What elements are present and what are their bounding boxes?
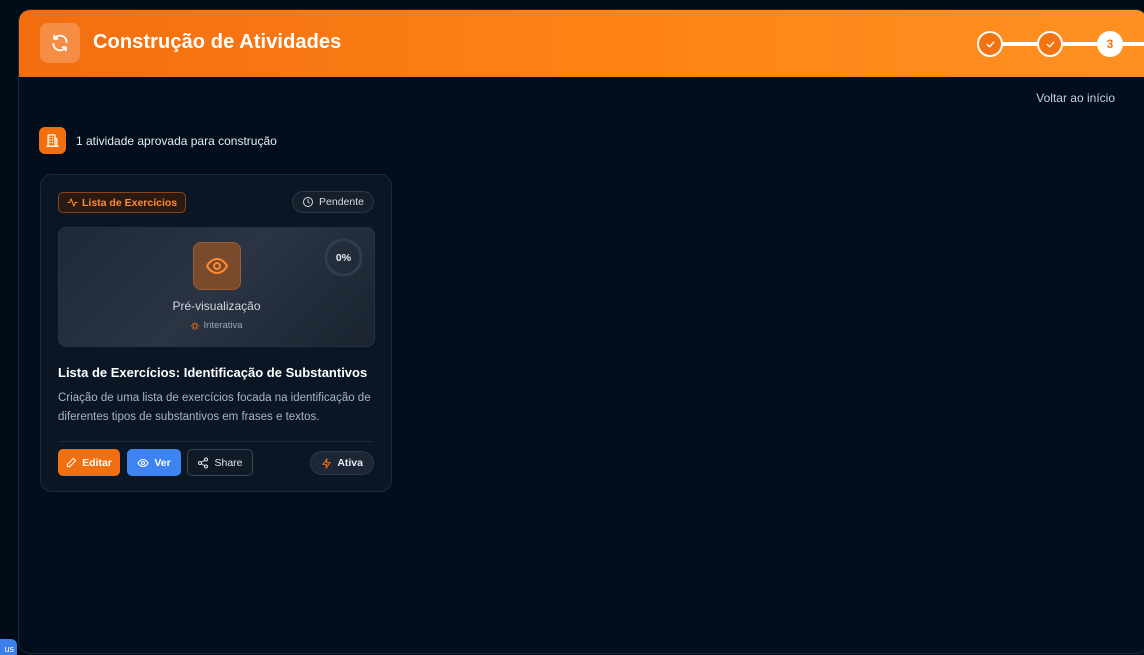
stepper-connector [1063, 42, 1099, 46]
back-to-start-link[interactable]: Voltar ao início [1036, 91, 1115, 105]
share-button[interactable]: Share [187, 449, 253, 476]
check-icon [986, 41, 994, 47]
step-1-complete[interactable] [977, 31, 1003, 57]
stepper-connector [1123, 42, 1144, 46]
refresh-icon [40, 23, 80, 63]
step-2-complete[interactable] [1037, 31, 1063, 57]
active-badge: Ativa [310, 451, 374, 475]
floating-help-button[interactable]: us [0, 639, 17, 655]
progress-stepper: 3 [977, 30, 1144, 58]
summary-text: 1 atividade aprovada para construção [76, 133, 277, 148]
preview-subtitle-label: Interativa [203, 320, 243, 331]
active-badge-label: Ativa [337, 457, 363, 469]
share-button-label: Share [214, 456, 243, 469]
sparkle-icon [191, 321, 200, 330]
view-button-label: Ver [154, 456, 171, 469]
eye-icon [193, 242, 241, 290]
edit-button-label: Editar [82, 456, 112, 469]
status-label: Pendente [319, 196, 364, 208]
activity-preview[interactable]: Pré-visualização Interativa 0% [58, 227, 375, 347]
activity-type-tag: Lista de Exercícios [58, 192, 187, 213]
card-divider [58, 441, 374, 442]
activity-type-label: Lista de Exercícios [82, 196, 178, 209]
progress-percent: 0% [335, 251, 352, 264]
page-title: Construção de Atividades [93, 31, 342, 53]
panel-header: Construção de Atividades 3 [19, 10, 1144, 77]
approved-summary: 1 atividade aprovada para construção [39, 127, 277, 154]
preview-title: Pré-visualização [172, 299, 261, 313]
clock-icon [303, 197, 314, 207]
activity-card[interactable]: Lista de Exercícios Pendente Pré-visuali… [40, 174, 392, 492]
share-icon [198, 457, 209, 468]
building-icon [39, 127, 66, 154]
lightning-icon [322, 457, 331, 469]
activity-description: Criação de uma lista de exercícios focad… [58, 392, 371, 423]
status-badge: Pendente [292, 191, 374, 213]
activity-icon [67, 198, 78, 207]
activity-title: Lista de Exercícios: Identificação de Su… [58, 365, 368, 380]
pencil-icon [66, 457, 77, 468]
eye-icon [137, 458, 149, 467]
stepper-connector [1003, 42, 1039, 46]
check-icon [1046, 41, 1054, 47]
step-3-current[interactable]: 3 [1097, 31, 1123, 57]
app-page: Construção de Atividades 3 Voltar ao iní… [0, 0, 1144, 655]
construction-panel: Construção de Atividades 3 Voltar ao iní… [18, 9, 1144, 654]
edit-button[interactable]: Editar [58, 449, 120, 476]
view-button[interactable]: Ver [127, 449, 181, 476]
preview-subtitle: Interativa [59, 320, 374, 331]
